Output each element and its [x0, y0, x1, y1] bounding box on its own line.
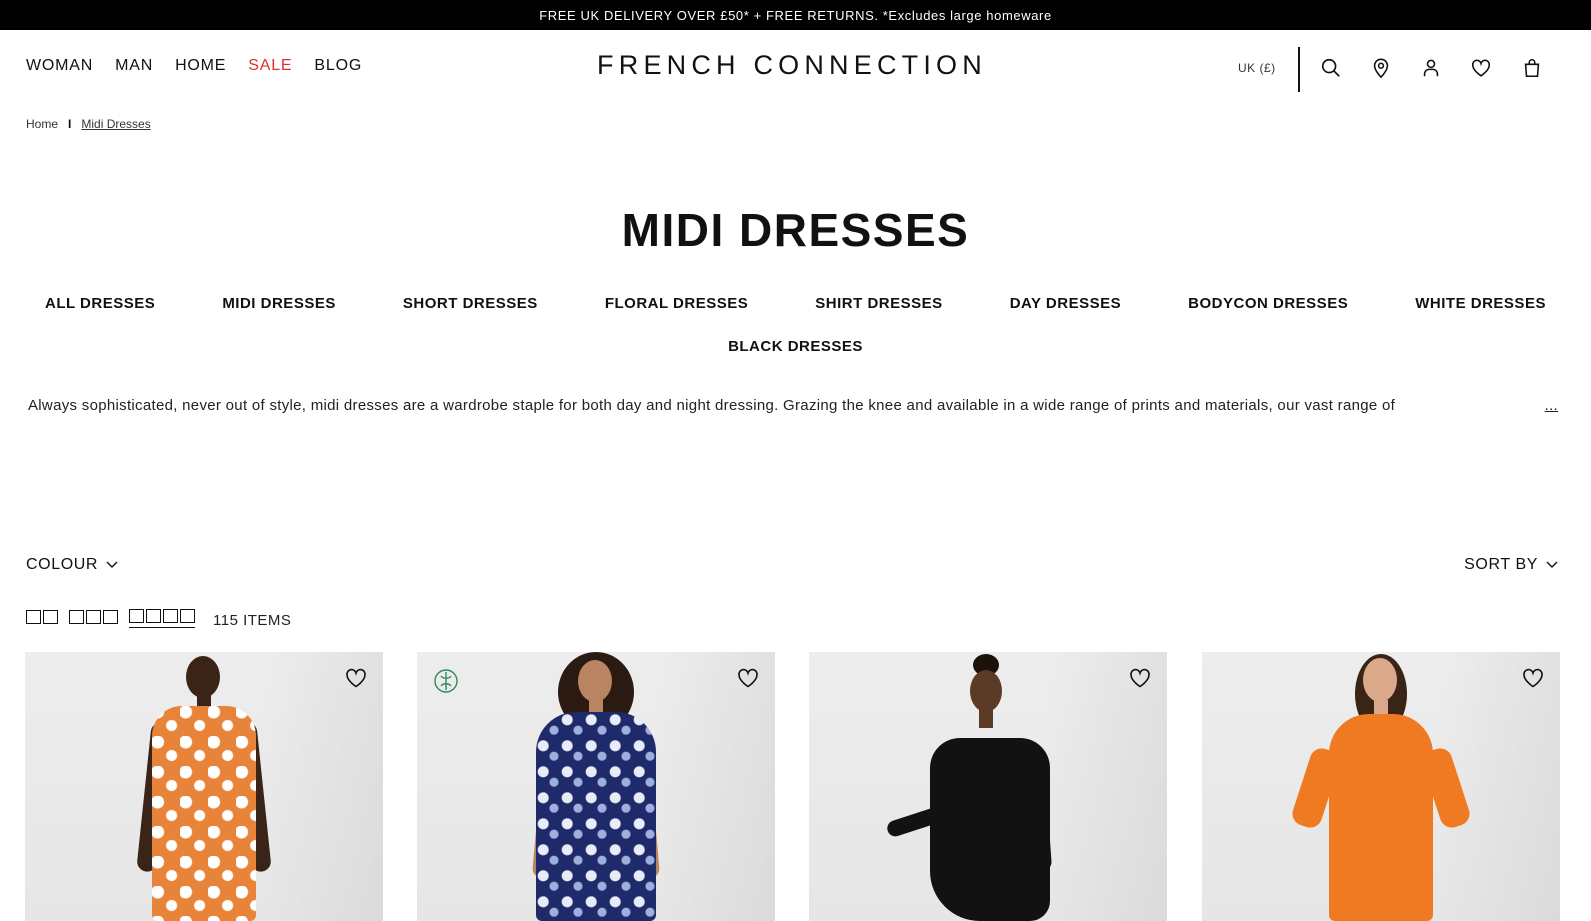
promo-banner: FREE UK DELIVERY OVER £50* + FREE RETURN… — [0, 0, 1591, 30]
sustainable-badge-icon — [434, 669, 458, 693]
chevron-down-icon — [1546, 561, 1558, 569]
sort-label: SORT BY — [1464, 556, 1538, 573]
nav-item-woman[interactable]: WOMAN — [26, 57, 93, 75]
grid-3-column-button[interactable] — [69, 609, 118, 628]
category-description: Always sophisticated, never out of style… — [28, 397, 1558, 414]
product-image — [1271, 652, 1491, 921]
header-divider — [1298, 47, 1300, 92]
category-white-dresses[interactable]: WHITE DRESSES — [1415, 295, 1546, 312]
product-grid — [25, 652, 1560, 921]
wishlist-heart-icon[interactable] — [343, 666, 369, 690]
category-short-dresses[interactable]: SHORT DRESSES — [403, 295, 538, 312]
nav-item-man[interactable]: MAN — [115, 57, 153, 75]
items-count: 115 ITEMS — [213, 612, 292, 629]
category-floral-dresses[interactable]: FLORAL DRESSES — [605, 295, 748, 312]
wishlist-heart-icon[interactable] — [1127, 666, 1153, 690]
colour-filter-label: COLOUR — [26, 556, 99, 573]
grid-2-column-button[interactable] — [26, 609, 58, 628]
breadcrumb-current[interactable]: Midi Dresses — [81, 117, 150, 131]
page-title: MIDI DRESSES — [621, 204, 970, 256]
product-image — [858, 652, 1118, 921]
category-links: ALL DRESSES MIDI DRESSES SHORT DRESSES F… — [25, 295, 1566, 312]
account-icon[interactable] — [1418, 55, 1444, 81]
category-bodycon-dresses[interactable]: BODYCON DRESSES — [1188, 295, 1348, 312]
category-shirt-dresses[interactable]: SHIRT DRESSES — [815, 295, 942, 312]
site-header: WOMAN MAN HOME SALE BLOG FRENCH CONNECTI… — [0, 30, 1591, 108]
promo-text: FREE UK DELIVERY OVER £50* + FREE RETURN… — [539, 7, 1052, 23]
colour-filter[interactable]: COLOUR — [26, 556, 118, 574]
product-image — [496, 652, 696, 921]
sort-dropdown[interactable]: SORT BY — [1464, 556, 1558, 574]
breadcrumb: Home I Midi Dresses — [26, 117, 151, 131]
nav-item-blog[interactable]: BLOG — [314, 57, 362, 75]
product-card[interactable] — [1202, 652, 1560, 921]
category-midi-dresses[interactable]: MIDI DRESSES — [222, 295, 336, 312]
category-links-row-2: BLACK DRESSES — [25, 338, 1566, 355]
category-all-dresses[interactable]: ALL DRESSES — [45, 295, 155, 312]
product-card[interactable] — [809, 652, 1167, 921]
chevron-down-icon — [106, 561, 118, 569]
product-card[interactable] — [417, 652, 775, 921]
product-image — [104, 652, 304, 921]
grid-4-column-button[interactable] — [129, 609, 195, 628]
wishlist-icon[interactable] — [1468, 55, 1494, 81]
grid-view-toggles — [26, 609, 195, 628]
bag-icon[interactable] — [1519, 55, 1545, 81]
brand-logo[interactable]: FRENCH CONNECTION — [566, 50, 1018, 81]
search-icon[interactable] — [1318, 55, 1344, 81]
read-more-link[interactable]: ... — [1538, 397, 1558, 414]
store-locator-icon[interactable] — [1368, 55, 1394, 81]
wishlist-heart-icon[interactable] — [735, 666, 761, 690]
description-text: Always sophisticated, never out of style… — [28, 397, 1396, 414]
breadcrumb-home[interactable]: Home — [26, 117, 58, 131]
product-card[interactable] — [25, 652, 383, 921]
currency-selector[interactable]: UK (£) — [1238, 61, 1276, 75]
nav-item-home[interactable]: HOME — [175, 57, 226, 75]
wishlist-heart-icon[interactable] — [1520, 666, 1546, 690]
nav-item-sale[interactable]: SALE — [248, 57, 292, 75]
breadcrumb-separator: I — [68, 117, 72, 131]
category-day-dresses[interactable]: DAY DRESSES — [1010, 295, 1121, 312]
main-nav: WOMAN MAN HOME SALE BLOG — [26, 57, 362, 75]
category-black-dresses[interactable]: BLACK DRESSES — [728, 338, 863, 355]
